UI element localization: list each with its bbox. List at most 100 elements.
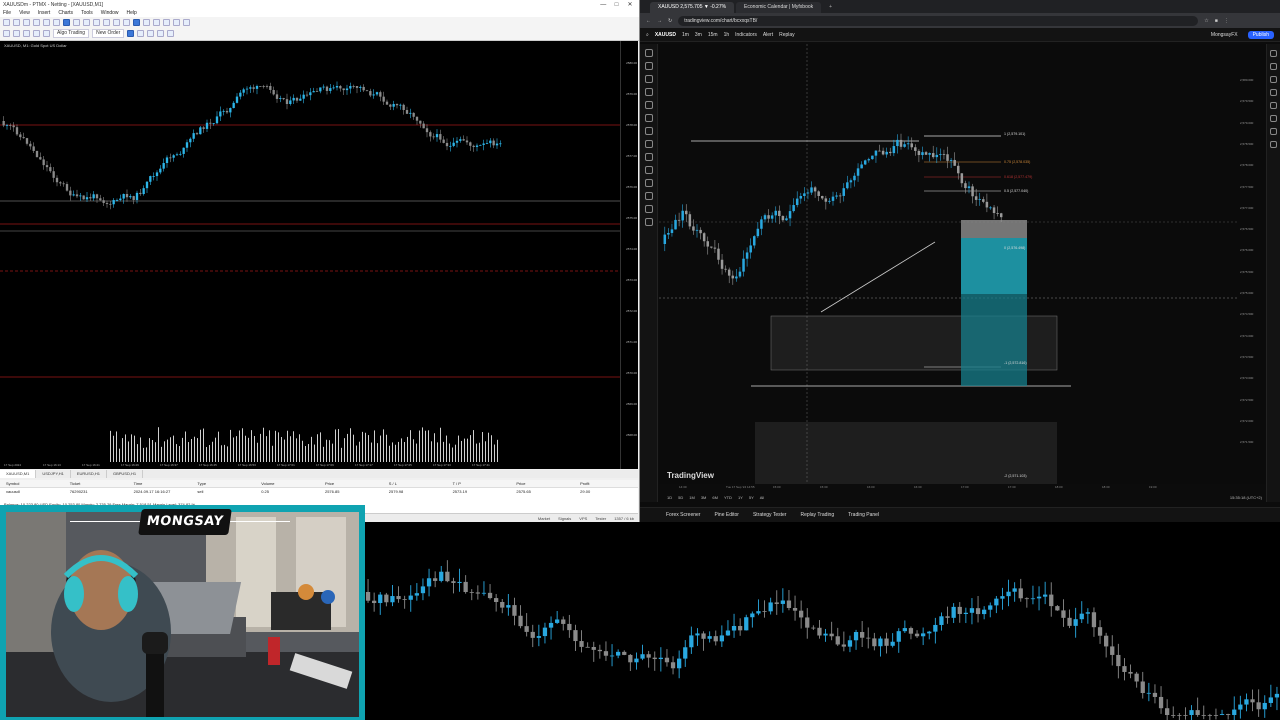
hotlists-icon[interactable]	[1270, 89, 1277, 96]
timeframe-h1-icon[interactable]	[163, 19, 170, 26]
tab-trading-panel[interactable]: Trading Panel	[848, 512, 879, 518]
zoom-out-icon[interactable]	[43, 30, 50, 37]
timeframe-m1-icon[interactable]	[133, 19, 140, 26]
screenshot-icon[interactable]	[167, 30, 175, 37]
menu-tools[interactable]: Tools	[81, 10, 93, 16]
range-1y[interactable]: 1Y	[738, 495, 743, 500]
candle-chart-icon[interactable]	[13, 30, 20, 37]
new-order-button[interactable]: New Order	[92, 29, 125, 38]
grid-icon[interactable]	[127, 30, 135, 37]
hline-icon[interactable]	[83, 19, 90, 26]
notifications-icon[interactable]	[1270, 141, 1277, 148]
position-tool-icon[interactable]	[644, 101, 653, 109]
fib-tool-icon[interactable]	[644, 75, 653, 83]
algo-trading-button[interactable]: Algo Trading	[53, 29, 90, 38]
calendar-icon[interactable]	[1270, 102, 1277, 109]
channel-icon[interactable]	[103, 19, 110, 26]
replay-button[interactable]: Replay	[779, 32, 795, 38]
data-window-icon[interactable]	[1270, 76, 1277, 83]
tab-pine-editor[interactable]: Pine Editor	[714, 512, 738, 518]
magnet-tool-icon[interactable]	[644, 179, 653, 187]
trash-tool-icon[interactable]	[644, 218, 653, 226]
ideas-icon[interactable]	[1270, 115, 1277, 122]
timeframe-m5-icon[interactable]	[143, 19, 150, 26]
profiles-icon[interactable]	[13, 19, 20, 26]
browser-menu-icon[interactable]: ⋮	[1224, 18, 1229, 24]
position-stop-zone[interactable]	[961, 220, 1027, 238]
range-ytd[interactable]: YTD	[724, 495, 732, 500]
autoscroll-icon[interactable]	[147, 30, 155, 37]
brush-tool-icon[interactable]	[644, 114, 653, 122]
status-vps[interactable]: VPS	[579, 514, 587, 522]
timeframe-h4-icon[interactable]	[173, 19, 180, 26]
status-market[interactable]: Market	[538, 514, 550, 522]
menu-file[interactable]: File	[3, 10, 11, 16]
crosshair-icon[interactable]	[63, 19, 70, 26]
fibo-icon[interactable]	[113, 19, 120, 26]
publish-button[interactable]: Publish	[1247, 30, 1274, 39]
timeframe-15m[interactable]: 15m	[708, 32, 718, 38]
trendline-tool-icon[interactable]	[644, 62, 653, 70]
forward-icon[interactable]: →	[657, 18, 662, 24]
position-row[interactable]: xauusdl 76290231 2024.09.17 16:16:27 sell 0.…	[0, 488, 638, 495]
menu-view[interactable]: View	[19, 10, 30, 16]
navigator-icon[interactable]	[33, 19, 40, 26]
chart-tab-gbpusd[interactable]: GBPUSD,H1	[107, 470, 144, 478]
back-icon[interactable]: ←	[646, 18, 651, 24]
line-icon[interactable]	[73, 19, 80, 26]
trend-icon[interactable]	[93, 19, 100, 26]
close-button[interactable]: ✕	[624, 1, 636, 8]
alerts-icon[interactable]	[1270, 63, 1277, 70]
lock-tool-icon[interactable]	[644, 192, 653, 200]
range-3m[interactable]: 3M	[701, 495, 707, 500]
trendline[interactable]	[820, 241, 936, 313]
reload-icon[interactable]: ↻	[668, 18, 672, 24]
market-watch-icon[interactable]	[23, 19, 30, 26]
timeframe-3m[interactable]: 3m	[695, 32, 702, 38]
symbol-name[interactable]: XAUUSD	[655, 32, 676, 38]
eye-tool-icon[interactable]	[644, 205, 653, 213]
browser-tab-xauusd[interactable]: XAUUSD 2,575.705 ▼ -0.27%	[650, 2, 735, 13]
text-icon[interactable]	[123, 19, 130, 26]
new-chart-icon[interactable]	[3, 19, 10, 26]
text-tool-icon[interactable]	[644, 127, 653, 135]
range-all[interactable]: All	[760, 495, 764, 500]
status-tester[interactable]: Tester	[595, 514, 606, 522]
line-chart-icon[interactable]	[23, 30, 30, 37]
tab-strategy-tester[interactable]: Strategy Tester	[753, 512, 787, 518]
timeframe-1h[interactable]: 1h	[724, 32, 730, 38]
timeframe-d1-icon[interactable]	[183, 19, 190, 26]
tv-chart[interactable]: 1 (2,579.101) 0.75 (2,578.035) 0.618 (2,57…	[659, 44, 1237, 484]
chat-icon[interactable]	[1270, 128, 1277, 135]
timeframe-m15-icon[interactable]	[153, 19, 160, 26]
range-1m[interactable]: 1M	[689, 495, 695, 500]
menu-charts[interactable]: Charts	[58, 10, 73, 16]
ruler-tool-icon[interactable]	[644, 153, 653, 161]
minimize-button[interactable]: —	[597, 2, 609, 8]
bar-chart-icon[interactable]	[3, 30, 10, 37]
pattern-tool-icon[interactable]	[644, 88, 653, 96]
menu-window[interactable]: Window	[101, 10, 119, 16]
terminal-icon[interactable]	[43, 19, 50, 26]
range-1d[interactable]: 1D	[667, 495, 672, 500]
browser-tab-calendar[interactable]: Economic Calendar | Myfxbook	[736, 2, 822, 13]
menu-help[interactable]: Help	[127, 10, 137, 16]
heart-tool-icon[interactable]	[644, 140, 653, 148]
tester-icon[interactable]	[53, 19, 60, 26]
chart-shift-icon[interactable]	[157, 30, 165, 37]
bookmark-star-icon[interactable]: ☆	[1204, 18, 1208, 24]
tab-replay-trading[interactable]: Replay Trading	[800, 512, 834, 518]
symbol-search-icon[interactable]: ⌕	[646, 32, 649, 38]
tv-price-scale[interactable]: 2,580.000 2,579.500 2,579.000 2,578.500 2,57…	[1237, 44, 1266, 484]
tv-time-scale[interactable]: 14:30 Tue 17 Sep '24 14:55 15:00 15:30 16:00…	[659, 484, 1266, 491]
tab-forex-screener[interactable]: Forex Screener	[666, 512, 700, 518]
range-5y[interactable]: 5Y	[749, 495, 754, 500]
menu-insert[interactable]: Insert	[38, 10, 51, 16]
extensions-icon[interactable]: ■	[1215, 18, 1218, 24]
timeframe-1m[interactable]: 1m	[682, 32, 689, 38]
chart-tab-xauusd[interactable]: XAUUSD,M1	[0, 470, 37, 478]
alert-button[interactable]: Alert	[763, 32, 773, 38]
volume-icon[interactable]	[137, 30, 145, 37]
watchlist-icon[interactable]	[1270, 50, 1277, 57]
chart-tab-eurusd[interactable]: EURUSD,H1	[71, 470, 107, 478]
